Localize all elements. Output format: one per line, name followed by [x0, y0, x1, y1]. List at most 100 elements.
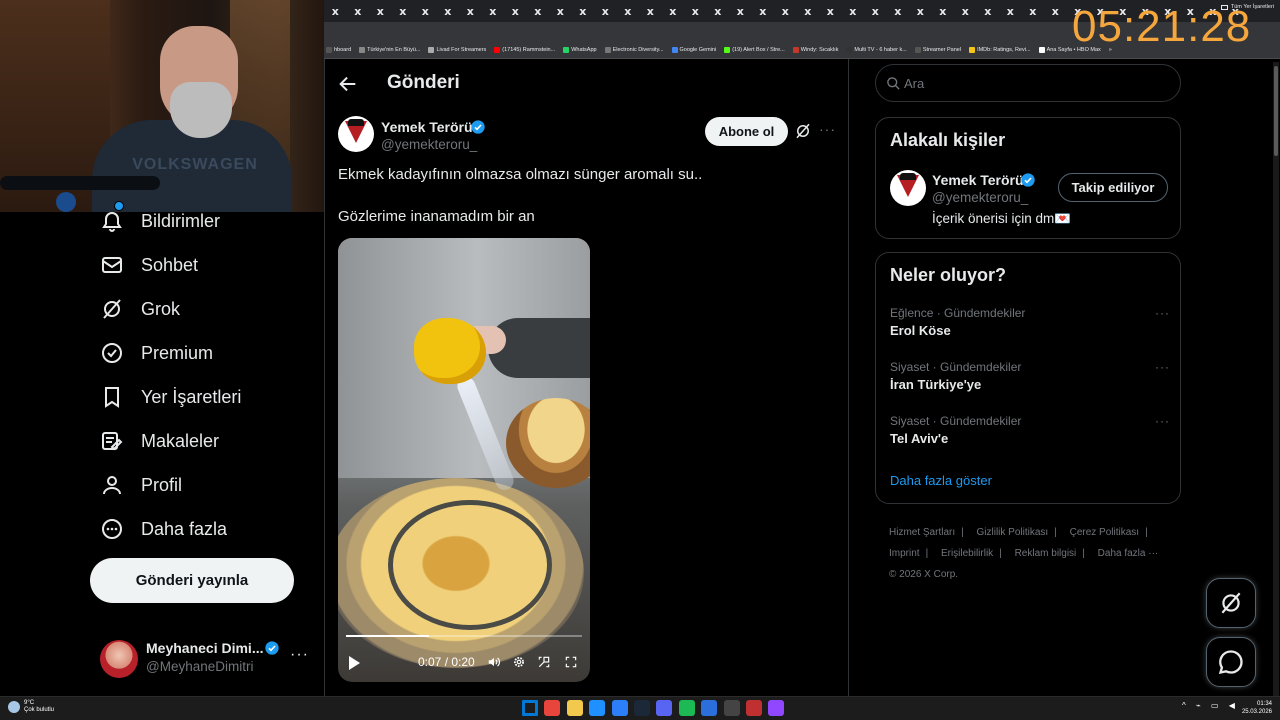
footer-link-ads-info[interactable]: Reklam bilgisi	[1015, 548, 1077, 559]
tab-close-icon[interactable]: x	[819, 5, 842, 18]
trend-more-icon[interactable]: ···	[1155, 414, 1170, 428]
tab-close-icon[interactable]: x	[1044, 5, 1067, 18]
nav-item-bookmarks[interactable]: Yer İşaretleri	[100, 382, 241, 412]
footer-link-more[interactable]: Daha fazla ···	[1098, 548, 1159, 559]
related-name[interactable]: Yemek Terörü	[932, 172, 1024, 188]
subscribe-button[interactable]: Abone ol	[705, 117, 788, 146]
tab-close-icon[interactable]: x	[954, 5, 977, 18]
video-progress-bar[interactable]	[346, 635, 582, 637]
footer-link-privacy[interactable]: Gizlilik Politikası	[977, 527, 1049, 538]
bookmark-item[interactable]: Electronic Diversity...	[604, 47, 664, 53]
video-player[interactable]: 0:07 / 0:20	[338, 238, 590, 682]
bookmark-item[interactable]: Windy: Sıcaklık	[792, 47, 838, 53]
back-arrow-icon[interactable]	[337, 73, 359, 95]
trend-more-icon[interactable]: ···	[1155, 360, 1170, 374]
bookmark-item[interactable]: hboard	[326, 47, 351, 53]
author-handle[interactable]: @yemekteroru_	[381, 137, 477, 152]
tab-close-icon[interactable]: x	[887, 5, 910, 18]
settings-gear-icon[interactable]	[512, 655, 526, 669]
footer-link-accessibility[interactable]: Erişilebilirlik	[941, 548, 993, 559]
grok-icon[interactable]	[794, 122, 812, 140]
system-tray[interactable]: ^ ⌁ ▭ ◀	[1182, 701, 1239, 710]
related-handle[interactable]: @yemekteroru_	[932, 190, 1028, 205]
play-icon[interactable]	[349, 656, 360, 670]
bookmark-item[interactable]: (19) Alert Box / Stre...	[724, 47, 785, 53]
picture-in-picture-icon[interactable]	[537, 655, 551, 669]
nav-item-articles[interactable]: Makaleler	[100, 426, 219, 456]
account-switcher[interactable]: Meyhaneci Dimi... @MeyhaneDimitri ···	[100, 636, 310, 680]
show-more-link[interactable]: Daha fazla göster	[890, 473, 992, 488]
tab-close-icon[interactable]: x	[324, 5, 347, 18]
author-name[interactable]: Yemek Terörü	[381, 119, 473, 135]
tab-close-icon[interactable]: x	[594, 5, 617, 18]
bookmark-item[interactable]: IMDb: Ratings, Revi...	[969, 47, 1031, 53]
trend-item[interactable]: Siyaset · Gündemdekiler Tel Aviv'e ···	[890, 414, 1170, 454]
trend-item[interactable]: Siyaset · Gündemdekiler İran Türkiye'ye …	[890, 360, 1170, 400]
search-box[interactable]: Ara	[875, 64, 1181, 102]
chat-fab[interactable]	[1206, 637, 1256, 687]
related-avatar[interactable]	[890, 170, 926, 206]
post-button[interactable]: Gönderi yayınla	[90, 558, 294, 603]
tab-close-icon[interactable]: x	[369, 5, 392, 18]
taskbar-app-icon[interactable]	[678, 700, 695, 716]
scrollbar-thumb[interactable]	[1274, 66, 1278, 156]
grok-fab[interactable]	[1206, 578, 1256, 628]
tab-close-icon[interactable]: x	[414, 5, 437, 18]
tab-close-icon[interactable]: x	[707, 5, 730, 18]
footer-link-cookies[interactable]: Çerez Politikası	[1070, 527, 1139, 538]
tab-close-icon[interactable]: x	[999, 5, 1022, 18]
tab-close-icon[interactable]: x	[639, 5, 662, 18]
scrollbar-track[interactable]	[1273, 62, 1279, 696]
tab-close-icon[interactable]: x	[1022, 5, 1045, 18]
bookmark-item[interactable]: Multi TV - 6 haber k...	[846, 47, 907, 53]
taskbar-app-icon[interactable]	[633, 700, 650, 716]
bookmark-item[interactable]: WhatsApp	[563, 47, 597, 53]
tab-close-icon[interactable]: x	[437, 5, 460, 18]
tab-close-icon[interactable]: x	[774, 5, 797, 18]
fullscreen-icon[interactable]	[564, 655, 578, 669]
bookmark-item[interactable]: Streamer Panel	[914, 47, 961, 53]
tab-close-icon[interactable]: x	[392, 5, 415, 18]
tab-close-icon[interactable]: x	[684, 5, 707, 18]
windows-start-icon[interactable]	[522, 700, 538, 716]
account-more-icon[interactable]: ···	[290, 646, 309, 664]
trend-item[interactable]: Eğlence · Gündemdekiler Erol Köse ···	[890, 306, 1170, 346]
nav-item-notifications[interactable]: Bildirimler	[100, 201, 220, 236]
footer-link-imprint[interactable]: Imprint	[889, 548, 920, 559]
bookmark-item[interactable]: Livad For Streamers	[428, 47, 486, 53]
tab-close-icon[interactable]: x	[527, 5, 550, 18]
tab-close-icon[interactable]: x	[572, 5, 595, 18]
tab-close-icon[interactable]: x	[617, 5, 640, 18]
bookmark-item[interactable]: (17145) Rammstein...	[494, 47, 555, 53]
tab-close-icon[interactable]: x	[459, 5, 482, 18]
trend-more-icon[interactable]: ···	[1155, 306, 1170, 320]
nav-item-profile[interactable]: Profil	[100, 470, 182, 500]
tab-close-icon[interactable]: x	[662, 5, 685, 18]
tab-close-icon[interactable]: x	[797, 5, 820, 18]
tab-close-icon[interactable]: x	[909, 5, 932, 18]
search-input[interactable]: Ara	[904, 76, 924, 91]
tab-close-icon[interactable]: x	[864, 5, 887, 18]
tab-close-icon[interactable]: x	[977, 5, 1000, 18]
weather-widget[interactable]: 9°C Çok bulutlu	[8, 700, 54, 714]
tab-close-icon[interactable]: x	[504, 5, 527, 18]
tab-close-icon[interactable]: x	[729, 5, 752, 18]
taskbar-clock[interactable]: 01:34 25.03.2026	[1240, 700, 1272, 716]
taskbar-app-icon[interactable]	[745, 700, 762, 716]
nav-item-chat[interactable]: Sohbet	[100, 250, 198, 280]
tab-close-icon[interactable]: x	[932, 5, 955, 18]
nav-item-grok[interactable]: Grok	[100, 294, 180, 324]
taskbar-app-icon[interactable]	[701, 700, 718, 716]
tab-close-icon[interactable]: x	[842, 5, 865, 18]
taskbar-app-icon[interactable]	[589, 700, 606, 716]
author-avatar[interactable]	[338, 116, 374, 152]
bookmark-item[interactable]: Google Gemini	[671, 47, 716, 53]
bookmark-item[interactable]: Türkiye'nin En Büyü...	[359, 47, 420, 53]
post-more-icon[interactable]: ···	[819, 121, 836, 137]
taskbar-app-icon[interactable]	[723, 700, 740, 716]
nav-item-more[interactable]: Daha fazla	[100, 514, 227, 544]
taskbar-app-icon[interactable]	[611, 700, 628, 716]
nav-item-premium[interactable]: Premium	[100, 338, 213, 368]
taskbar-app-icon[interactable]	[656, 700, 673, 716]
taskbar-app-icon[interactable]	[566, 700, 583, 716]
